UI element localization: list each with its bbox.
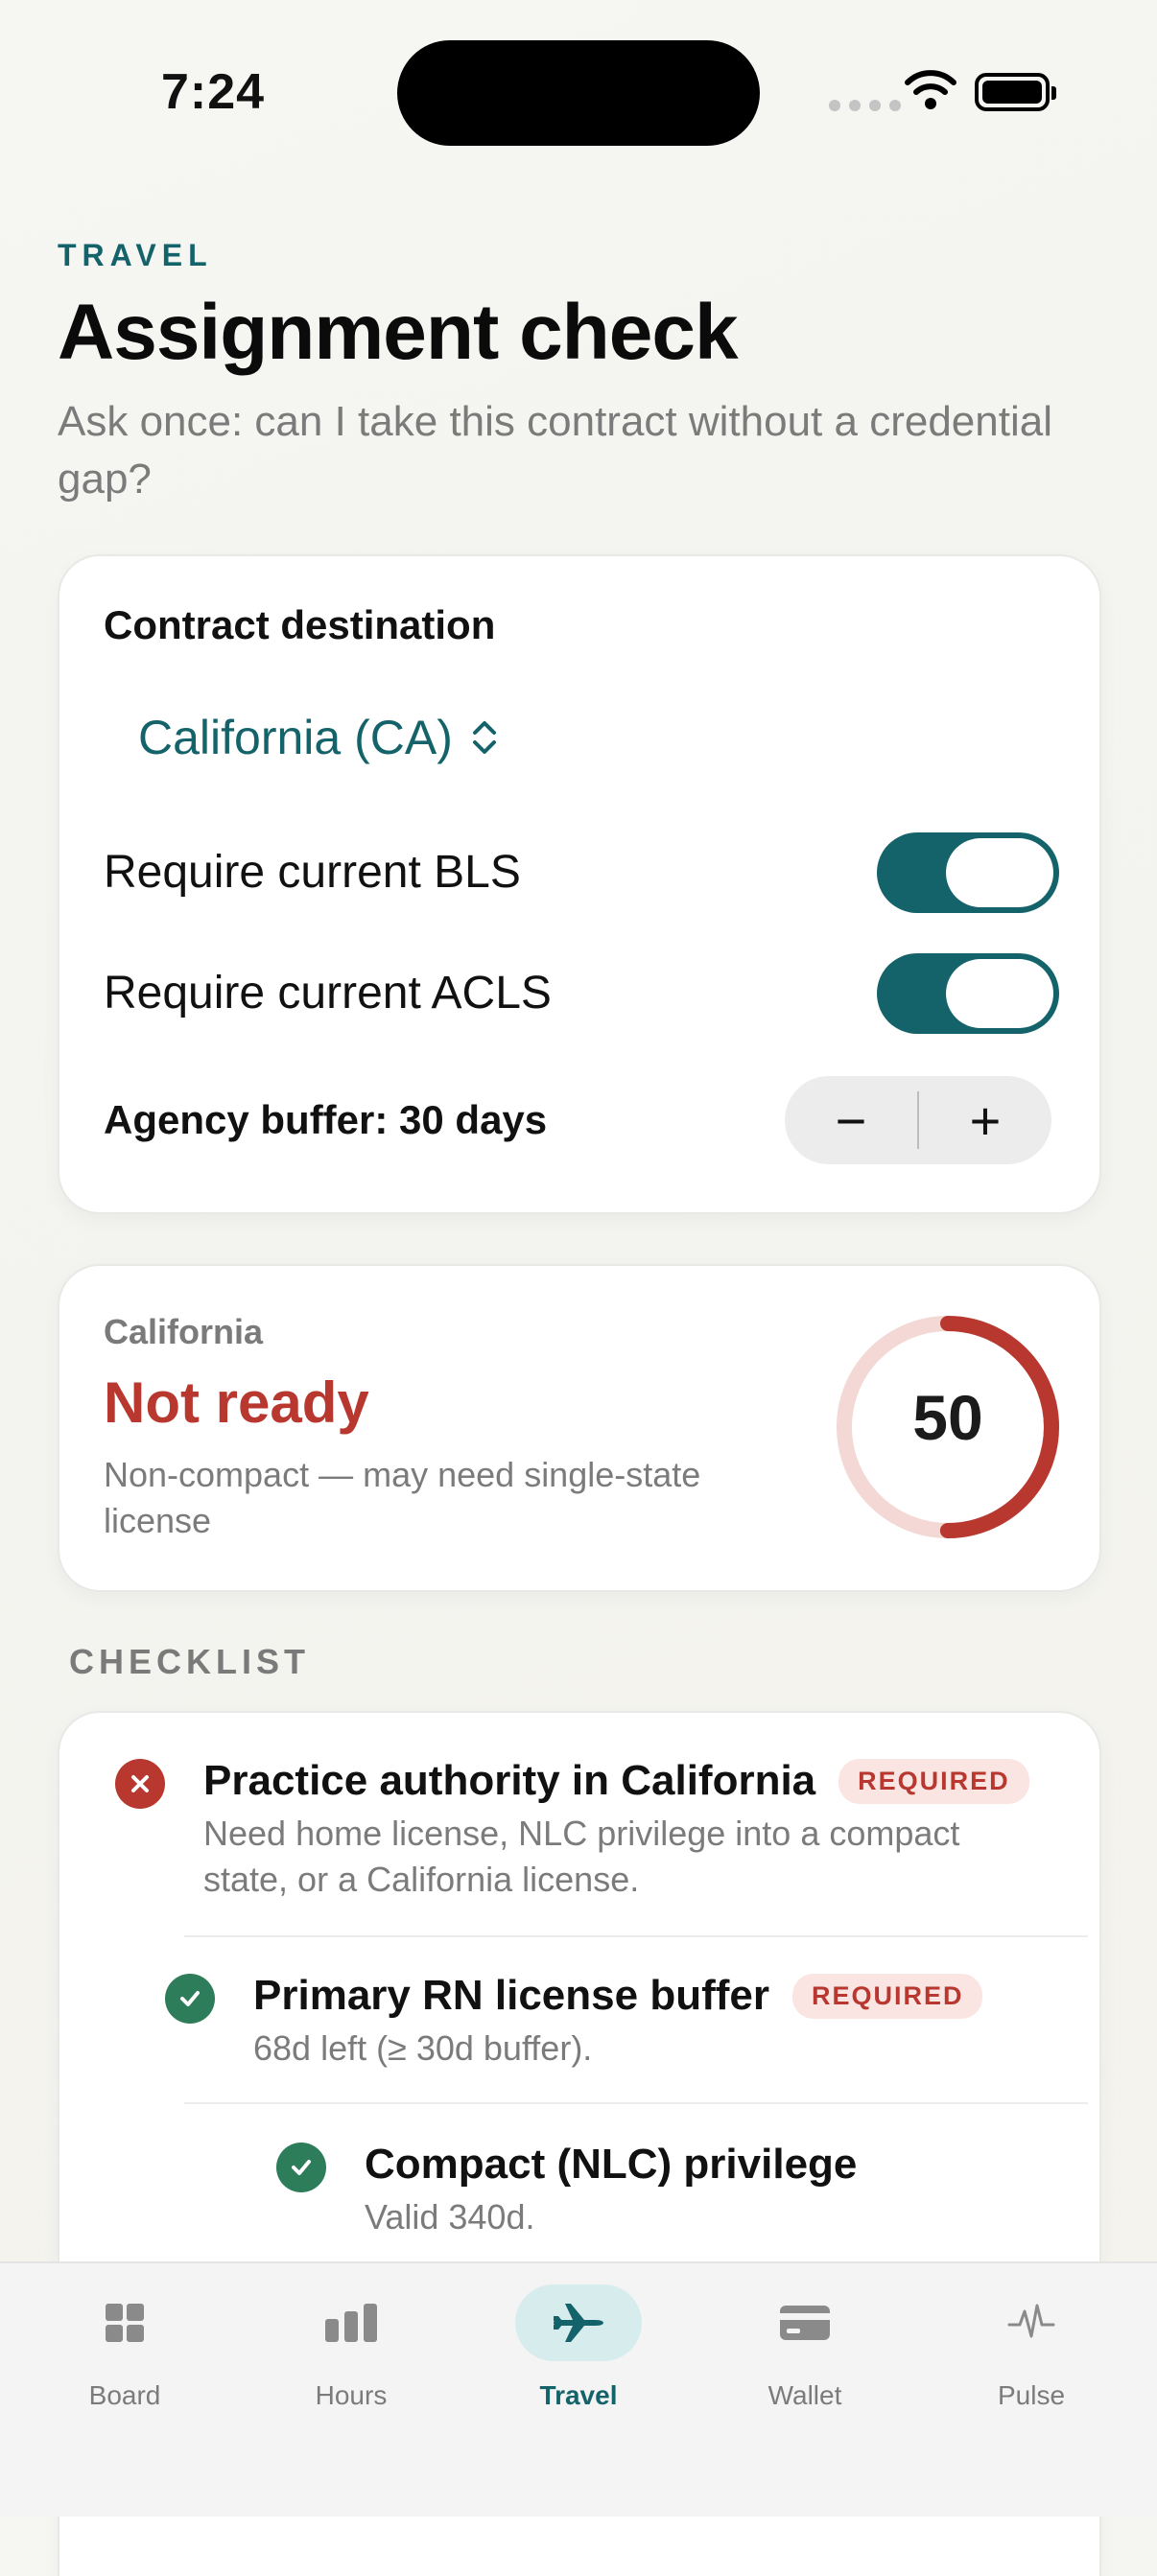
dynamic-island bbox=[397, 40, 760, 146]
checklist-item-subtitle: Valid 340d. bbox=[365, 2197, 535, 2236]
tab-hours[interactable]: Hours bbox=[255, 2284, 447, 2411]
state-picker[interactable]: California (CA) bbox=[138, 710, 499, 765]
cellular-signal-icon bbox=[829, 100, 901, 111]
readiness-description: Non-compact — may need single-state lice… bbox=[104, 1455, 701, 1540]
page-title: Assignment check bbox=[58, 289, 739, 376]
checklist-item-title: Practice authority in California bbox=[203, 1757, 816, 1804]
readiness-score: 50 bbox=[912, 1382, 983, 1453]
tab-travel[interactable]: Travel bbox=[483, 2284, 674, 2411]
fail-icon bbox=[115, 1759, 165, 1809]
decrement-button[interactable]: − bbox=[785, 1076, 917, 1164]
checklist-item-title: Compact (NLC) privilege bbox=[365, 2141, 858, 2188]
toggle-knob bbox=[946, 959, 1053, 1028]
tab-label: Board bbox=[88, 2380, 161, 2410]
tab-wallet[interactable]: Wallet bbox=[709, 2284, 901, 2411]
status-time: 7:24 bbox=[161, 64, 266, 120]
state-picker-value: California (CA) bbox=[138, 711, 453, 764]
check-icon bbox=[165, 1974, 215, 2024]
checklist-divider bbox=[184, 2102, 1088, 2104]
battery-icon bbox=[975, 73, 1056, 111]
checklist-item-title: Primary RN license buffer bbox=[253, 1972, 769, 2019]
card-icon bbox=[742, 2284, 868, 2361]
pulse-icon bbox=[968, 2284, 1095, 2361]
destination-label: Contract destination bbox=[104, 602, 496, 647]
required-badge: REQUIRED bbox=[838, 1758, 1029, 1804]
require-bls-label: Require current BLS bbox=[104, 847, 521, 898]
page-subtitle: Ask once: can I take this contract witho… bbox=[58, 398, 1052, 503]
tab-pulse[interactable]: Pulse bbox=[935, 2284, 1127, 2411]
checklist-divider bbox=[184, 1935, 1088, 1937]
increment-button[interactable]: + bbox=[919, 1076, 1051, 1164]
readiness-state: California bbox=[104, 1312, 264, 1351]
check-icon bbox=[276, 2143, 326, 2192]
require-acls-label: Require current ACLS bbox=[104, 968, 552, 1019]
toggle-knob bbox=[946, 838, 1053, 907]
airplane-icon bbox=[515, 2284, 642, 2361]
tab-label: Wallet bbox=[767, 2380, 842, 2410]
chevron-up-down-icon bbox=[472, 721, 496, 754]
tab-board[interactable]: Board bbox=[29, 2284, 221, 2411]
tab-label: Pulse bbox=[997, 2380, 1066, 2410]
require-acls-toggle[interactable] bbox=[877, 953, 1059, 1034]
required-badge: REQUIRED bbox=[791, 1973, 983, 2019]
checklist-item-title-row: Primary RN license buffer REQUIRED bbox=[253, 1972, 983, 2020]
checklist-item-title-row: Practice authority in California REQUIRE… bbox=[203, 1757, 1029, 1805]
grid-icon bbox=[61, 2284, 188, 2361]
require-bls-toggle[interactable] bbox=[877, 832, 1059, 913]
wifi-icon bbox=[904, 69, 957, 116]
checklist-item-subtitle: Need home license, NLC privilege into a … bbox=[203, 1814, 960, 1899]
readiness-status: Not ready bbox=[104, 1370, 369, 1435]
checklist-item-subtitle: 68d left (≥ 30d buffer). bbox=[253, 2028, 593, 2068]
section-eyebrow: TRAVEL bbox=[58, 238, 213, 272]
tab-label: Hours bbox=[315, 2380, 388, 2410]
tab-label: Travel bbox=[539, 2380, 618, 2410]
checklist-heading: CHECKLIST bbox=[69, 1642, 310, 1681]
agency-buffer-stepper: − + bbox=[785, 1076, 1051, 1164]
bar-chart-icon bbox=[288, 2284, 414, 2361]
agency-buffer-label: Agency buffer: 30 days bbox=[104, 1097, 548, 1142]
